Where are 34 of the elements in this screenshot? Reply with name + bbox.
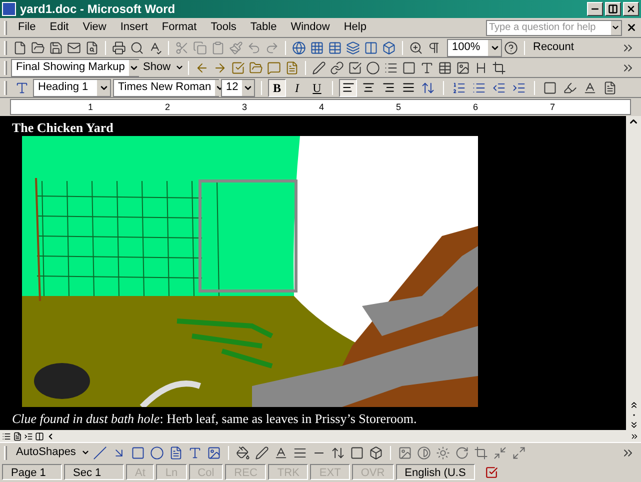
ruler-number: 3 [240,102,248,112]
display-mode-dropdown[interactable]: Final Showing Markup [11,58,139,76]
document-heading: The Chicken Yard [12,120,114,135]
autoshapes-button[interactable]: AutoShapes [12,444,80,461]
menu-item[interactable]: Insert [113,19,155,36]
ruler-number: 1 [86,102,94,112]
window-title: yard1.doc - Microsoft Word [20,1,176,18]
menu-item[interactable]: Tools [204,19,244,36]
show-button[interactable]: Show [139,59,175,76]
format-button[interactable]: U [308,78,326,96]
ruler-number: 6 [472,102,479,112]
recount-button[interactable]: Recount [529,39,578,56]
menu-item[interactable]: Table [243,19,284,36]
format-button[interactable]: I [288,78,306,96]
ruler-number: 4 [318,102,325,112]
ruler-number: 7 [548,102,556,112]
menu-item[interactable]: Window [284,19,337,36]
status-field: Page 1 [2,464,62,480]
image-caption: Clue found in dust bath hole: Herb leaf, same as leaves in Prissy’s Storeroom. [12,410,418,428]
status-field: Sec 1 [64,464,124,480]
status-field: English (U.S [396,464,475,480]
style-dropdown[interactable]: Heading 1 [33,78,111,96]
help-search-field[interactable]: Type a question for help [486,20,622,36]
menu-item[interactable]: View [76,19,114,36]
menu-item[interactable]: Format [154,19,204,36]
format-button[interactable]: B [268,78,286,96]
menu-item[interactable]: File [11,19,43,36]
ruler-number: 2 [164,102,171,112]
menu-item[interactable]: Edit [42,19,76,36]
font-dropdown[interactable]: Times New Roman [113,78,219,96]
font-size-dropdown[interactable]: 12 [221,78,255,96]
menu-item[interactable]: Help [336,19,374,36]
ruler-number: 5 [394,102,402,112]
zoom-field[interactable]: 100% [447,38,502,56]
